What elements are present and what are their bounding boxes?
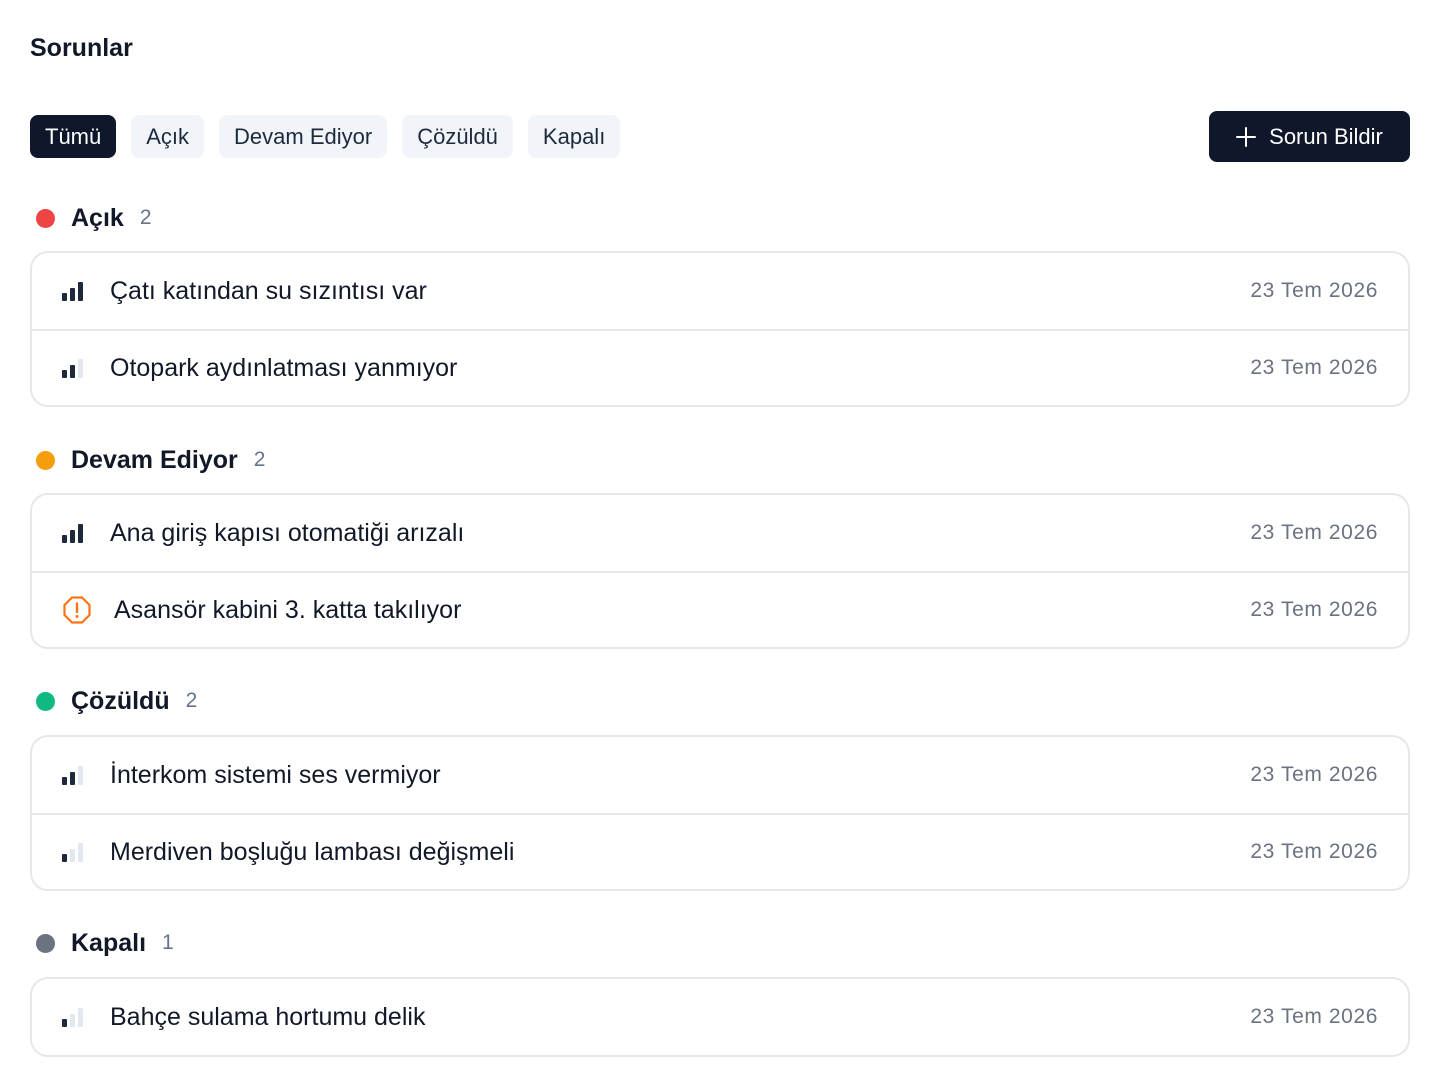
report-issue-button[interactable]: Sorun Bildir <box>1209 111 1410 162</box>
issue-date: 23 Tem 2026 <box>1250 763 1378 786</box>
issue-row[interactable]: İnterkom sistemi ses vermiyor 23 Tem 202… <box>32 737 1408 813</box>
group-header-in-progress: Devam Ediyor 2 <box>36 445 265 475</box>
status-dot <box>36 933 55 953</box>
group-name: Kapalı <box>71 928 147 957</box>
issue-title: Çatı katından su sızıntısı var <box>110 276 427 305</box>
group-name: Açık <box>71 203 124 232</box>
status-filter-tabs: Tümü Açık Devam Ediyor Çözüldü Kapalı <box>30 115 621 158</box>
group-count: 2 <box>139 206 152 229</box>
issue-list-closed: Bahçe sulama hortumu delik 23 Tem 2026 <box>30 977 1410 1057</box>
issue-date: 23 Tem 2026 <box>1250 521 1378 544</box>
filter-chip-open[interactable]: Açık <box>131 115 205 158</box>
group-name: Çözüldü <box>71 686 170 715</box>
plus-icon <box>1236 126 1257 147</box>
group-header-resolved: Çözüldü 2 <box>36 686 197 716</box>
issue-list-open: Çatı katından su sızıntısı var 23 Tem 20… <box>30 251 1410 407</box>
issue-title: Asansör kabini 3. katta takılıyor <box>114 595 462 624</box>
group-header-closed: Kapalı 1 <box>36 928 174 958</box>
issue-title: İnterkom sistemi ses vermiyor <box>110 760 441 789</box>
urgent-priority-icon <box>62 595 92 625</box>
priority-bars-icon <box>62 765 88 785</box>
priority-bars-icon <box>62 523 88 543</box>
issue-row[interactable]: Ana giriş kapısı otomatiği arızalı 23 Te… <box>32 495 1408 571</box>
page-title: Sorunlar <box>30 34 133 62</box>
group-name: Devam Ediyor <box>71 445 238 474</box>
issue-row[interactable]: Asansör kabini 3. katta takılıyor 23 Tem… <box>32 571 1408 647</box>
issue-row[interactable]: Çatı katından su sızıntısı var 23 Tem 20… <box>32 253 1408 329</box>
priority-bars-icon <box>62 358 88 378</box>
priority-bars-icon <box>62 842 88 862</box>
issue-row[interactable]: Otopark aydınlatması yanmıyor 23 Tem 202… <box>32 329 1408 405</box>
group-header-open: Açık 2 <box>36 203 152 233</box>
filter-chip-closed[interactable]: Kapalı <box>527 115 621 158</box>
issue-title: Bahçe sulama hortumu delik <box>110 1002 426 1031</box>
issue-date: 23 Tem 2026 <box>1250 1005 1378 1028</box>
report-issue-label: Sorun Bildir <box>1269 123 1383 149</box>
status-dot <box>36 691 55 711</box>
issue-row[interactable]: Merdiven boşluğu lambası değişmeli 23 Te… <box>32 813 1408 889</box>
priority-bars-icon <box>62 281 88 301</box>
group-count: 1 <box>162 931 174 954</box>
issue-list-in-progress: Ana giriş kapısı otomatiği arızalı 23 Te… <box>30 493 1410 649</box>
issue-row[interactable]: Bahçe sulama hortumu delik 23 Tem 2026 <box>32 979 1408 1055</box>
issue-title: Otopark aydınlatması yanmıyor <box>110 353 458 382</box>
status-dot <box>36 208 55 228</box>
issue-list-resolved: İnterkom sistemi ses vermiyor 23 Tem 202… <box>30 735 1410 891</box>
group-count: 2 <box>253 448 266 471</box>
issue-date: 23 Tem 2026 <box>1250 356 1378 379</box>
issue-title: Merdiven boşluğu lambası değişmeli <box>110 837 515 866</box>
filter-chip-in-progress[interactable]: Devam Ediyor <box>219 115 388 158</box>
filter-chip-all[interactable]: Tümü <box>30 115 117 158</box>
status-dot <box>36 450 55 470</box>
group-count: 2 <box>185 689 198 712</box>
issue-date: 23 Tem 2026 <box>1250 279 1378 302</box>
issue-title: Ana giriş kapısı otomatiği arızalı <box>110 518 465 547</box>
filter-chip-resolved[interactable]: Çözüldü <box>402 115 513 158</box>
issue-date: 23 Tem 2026 <box>1250 840 1378 863</box>
issue-date: 23 Tem 2026 <box>1250 598 1378 621</box>
priority-bars-icon <box>62 1007 88 1027</box>
